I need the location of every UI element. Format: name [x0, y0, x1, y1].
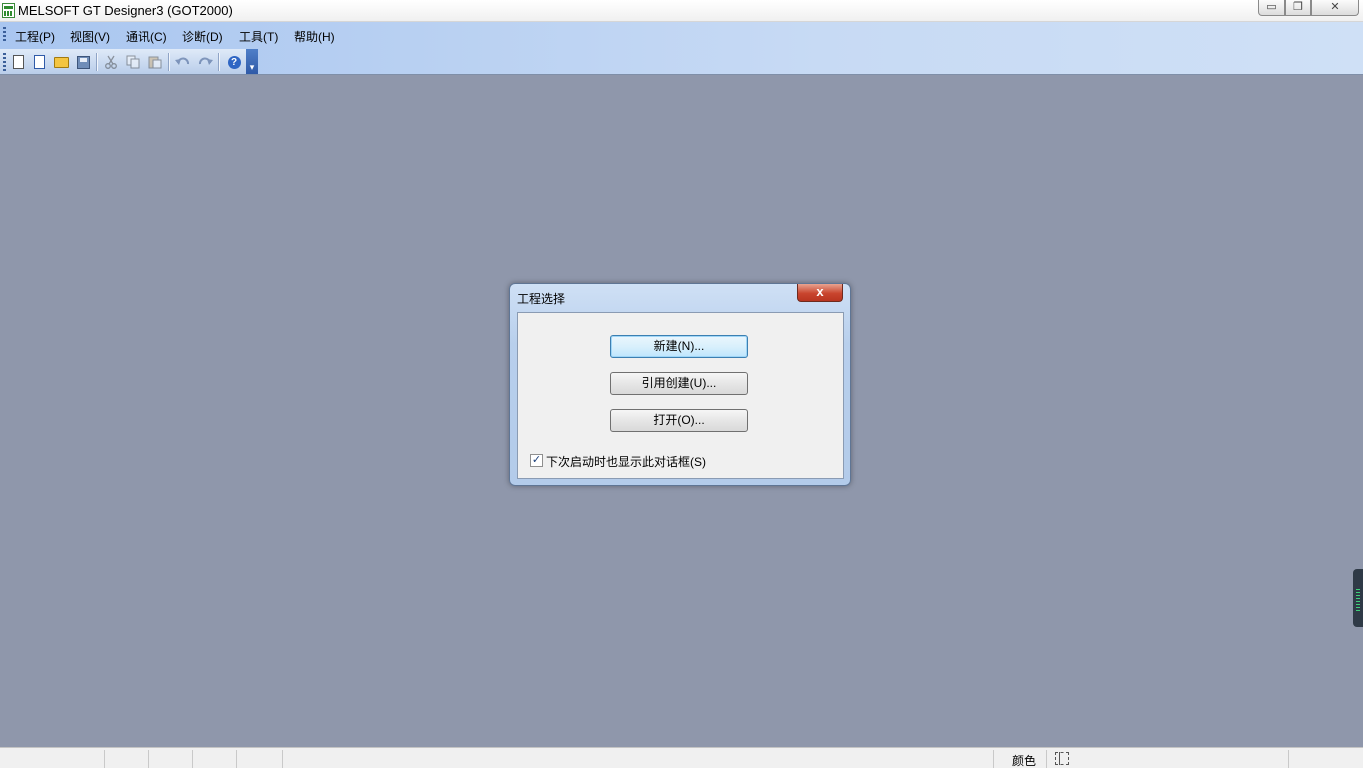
- status-pane: [1288, 750, 1363, 768]
- menu-bar: 工程(P) 视图(V) 通讯(C) 诊断(D) 工具(T) 帮助(H): [0, 22, 1363, 48]
- toolbar-overflow-chevron-icon[interactable]: ▾: [246, 49, 258, 74]
- undo-icon[interactable]: [174, 53, 192, 71]
- project-selection-dialog: 工程选择 x 新建(N)... 引用创建(U)... 打开(O)... ✓ 下次…: [509, 283, 851, 486]
- restore-button[interactable]: ❐: [1285, 0, 1311, 16]
- menu-help[interactable]: 帮助(H): [294, 28, 335, 45]
- toolbar-separator: [96, 53, 98, 71]
- menu-view[interactable]: 视图(V): [70, 28, 110, 45]
- toolbar-row: ? ▾: [0, 48, 1363, 75]
- status-pane: [104, 750, 148, 768]
- save-icon[interactable]: [74, 53, 92, 71]
- dialog-close-button[interactable]: x: [797, 284, 843, 302]
- status-pane: [236, 750, 282, 768]
- toolbar-grip-icon[interactable]: [3, 53, 6, 71]
- close-window-button[interactable]: ✕: [1311, 0, 1359, 16]
- menu-diagnostics[interactable]: 诊断(D): [182, 28, 223, 45]
- menu-project[interactable]: 工程(P): [15, 28, 55, 45]
- help-icon[interactable]: ?: [225, 53, 243, 71]
- import-icon[interactable]: [30, 53, 48, 71]
- status-pane: [148, 750, 192, 768]
- status-bar: 颜色: [0, 747, 1363, 768]
- open-folder-icon[interactable]: [52, 53, 70, 71]
- new-from-existing-button[interactable]: 引用创建(U)...: [610, 372, 748, 395]
- toolbar-separator: [168, 53, 170, 71]
- side-panel-handle[interactable]: [1353, 569, 1363, 627]
- open-project-button[interactable]: 打开(O)...: [610, 409, 748, 432]
- menu-tools[interactable]: 工具(T): [239, 28, 278, 45]
- toolbar-separator: [218, 53, 220, 71]
- status-pane: [282, 750, 330, 768]
- show-on-startup-checkbox[interactable]: ✓: [530, 454, 543, 467]
- redo-icon[interactable]: [196, 53, 214, 71]
- dialog-title: 工程选择: [517, 292, 566, 306]
- new-project-button[interactable]: 新建(N)...: [610, 335, 748, 358]
- window-title: MELSOFT GT Designer3 (GOT2000): [18, 3, 233, 18]
- new-icon[interactable]: [9, 53, 27, 71]
- standard-toolbar: ? ▾: [0, 49, 258, 74]
- paste-icon[interactable]: [146, 53, 164, 71]
- title-bar: MELSOFT GT Designer3 (GOT2000) ▭ ❐ ✕: [0, 0, 1363, 22]
- cut-icon[interactable]: [102, 53, 120, 71]
- dialog-body: 新建(N)... 引用创建(U)... 打开(O)... ✓ 下次启动时也显示此…: [517, 312, 844, 479]
- app-icon: [2, 3, 15, 18]
- color-status-label: 颜色: [1012, 754, 1037, 768]
- status-pane: [192, 750, 236, 768]
- show-on-startup-label[interactable]: 下次启动时也显示此对话框(S): [546, 453, 706, 470]
- minimize-button[interactable]: ▭: [1258, 0, 1285, 16]
- menubar-grip-icon[interactable]: [3, 27, 6, 43]
- grid-icon[interactable]: [1055, 752, 1069, 765]
- menu-communication[interactable]: 通讯(C): [126, 28, 167, 45]
- copy-icon[interactable]: [124, 53, 142, 71]
